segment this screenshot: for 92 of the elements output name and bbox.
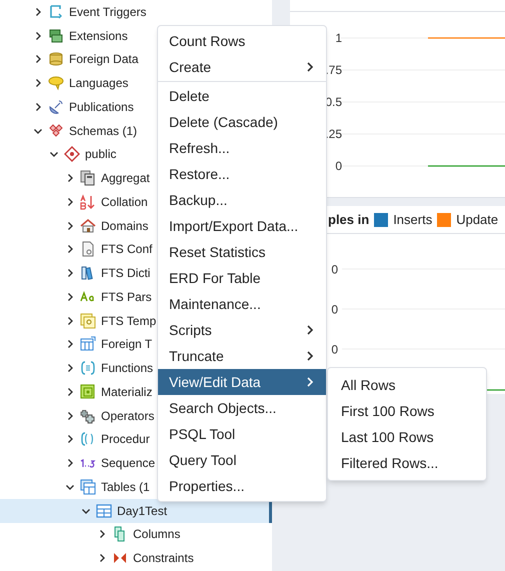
chevron-right-icon[interactable]: [33, 30, 43, 41]
tree-item-label[interactable]: Columns: [133, 525, 180, 544]
diamond-cluster-icon: [48, 122, 64, 139]
tree-item-label[interactable]: Tables (1: [101, 478, 150, 496]
table-icon: [96, 502, 112, 519]
chevron-right-icon[interactable]: [33, 54, 43, 64]
menu-item[interactable]: Scripts: [158, 317, 326, 343]
axis-tick-label: 0: [335, 159, 342, 174]
menu-item[interactable]: Import/Export Data...: [158, 213, 326, 239]
panel-title: ples in: [328, 210, 370, 229]
chevron-right-icon[interactable]: [65, 220, 75, 231]
chevron-right-icon[interactable]: [65, 268, 75, 278]
tree-item-label[interactable]: FTS Pars: [101, 288, 152, 306]
menu-item[interactable]: Delete (Cascade): [158, 109, 326, 135]
axis-tick-label: 0: [331, 342, 338, 356]
chevron-right-icon[interactable]: [65, 363, 75, 374]
tree-item-label[interactable]: Functions: [101, 359, 154, 378]
tree-item-label[interactable]: Procedur: [101, 430, 150, 448]
menu-item[interactable]: Filtered Rows...: [328, 450, 486, 476]
chevron-right-icon[interactable]: [97, 553, 107, 564]
tree-item-label[interactable]: Extensions: [69, 26, 128, 45]
braces-icon: [80, 360, 96, 376]
chevron-right-icon[interactable]: [65, 386, 75, 397]
menu-item[interactable]: Restore...: [158, 161, 326, 187]
menu-item[interactable]: PSQL Tool: [158, 421, 326, 447]
sort-icon: [80, 194, 96, 210]
chevron-right-icon[interactable]: [33, 102, 43, 112]
tree-item-label[interactable]: FTS Conf: [101, 240, 152, 258]
chevron-right-icon[interactable]: [33, 6, 43, 17]
axis-tick-label: .25: [325, 127, 342, 142]
chevron-right-icon[interactable]: [65, 173, 75, 184]
framed-square-icon: [80, 384, 96, 400]
table-stack-icon: [80, 478, 96, 495]
speech-bubble-icon: [48, 75, 64, 92]
trigger-icon: [48, 4, 64, 20]
tree-item-label[interactable]: Constraints: [133, 549, 194, 568]
chevron-down-icon[interactable]: [49, 149, 59, 160]
tree-item-label[interactable]: Publications: [69, 98, 134, 116]
chevron-right-icon[interactable]: [65, 410, 75, 421]
tree-item-label[interactable]: public: [85, 145, 116, 164]
plus-pair-icon: [80, 408, 96, 424]
menu-item[interactable]: All Rows: [328, 372, 486, 398]
menu-item[interactable]: Create: [158, 54, 326, 80]
menu-item[interactable]: View/Edit Data: [158, 369, 326, 395]
legend-label: Inserts: [393, 210, 432, 229]
tree-item-label[interactable]: FTS Dicti: [101, 264, 150, 282]
menu-item[interactable]: Backup...: [158, 187, 326, 213]
chevron-right-icon[interactable]: [65, 339, 75, 350]
menu-item[interactable]: Properties...: [158, 473, 326, 499]
tree-item-label[interactable]: Event Triggers: [69, 2, 146, 21]
chevron-right-icon[interactable]: [33, 78, 43, 88]
axis-tick-label: 0: [331, 262, 338, 276]
menu-item[interactable]: Delete: [158, 83, 326, 109]
menu-item[interactable]: Refresh...: [158, 135, 326, 161]
menu-item[interactable]: Count Rows: [158, 28, 326, 54]
chevron-right-icon[interactable]: [65, 458, 75, 468]
menu-item[interactable]: ERD For Table: [158, 265, 326, 291]
diamond-icon: [64, 146, 80, 162]
chevron-right-icon[interactable]: [65, 244, 75, 254]
tree-item-label[interactable]: Sequence: [101, 454, 156, 472]
chevron-right-icon[interactable]: [65, 316, 75, 326]
axis-tick-label: 0: [331, 302, 338, 316]
menu-item[interactable]: Maintenance...: [158, 291, 326, 317]
tree-item-label[interactable]: Operators: [101, 406, 154, 425]
house-icon: [80, 218, 96, 234]
tree-item-label[interactable]: Languages: [69, 74, 128, 92]
menu-item[interactable]: Reset Statistics: [158, 239, 326, 265]
tree-item-label[interactable]: Domains: [101, 216, 148, 235]
axis-tick-label: .75: [325, 63, 342, 78]
tree-item-label[interactable]: Foreign Data: [69, 50, 138, 68]
chevron-right-icon[interactable]: [65, 434, 75, 444]
chevron-right-icon[interactable]: [65, 292, 75, 302]
axis-tick-label: 1: [335, 31, 342, 46]
chevron-right-icon[interactable]: [97, 529, 107, 540]
tree-item-label[interactable]: FTS Temp: [101, 312, 156, 330]
tree-item-label[interactable]: Foreign T: [101, 335, 152, 354]
tree-item-label[interactable]: Collation: [101, 192, 148, 211]
satellite-dish-icon: [48, 98, 64, 115]
magnifier-pages-icon: [80, 312, 96, 329]
parentheses-icon: [80, 431, 96, 448]
menu-item[interactable]: Search Objects...: [158, 395, 326, 421]
menu-item[interactable]: Truncate: [158, 343, 326, 369]
tree-item-label[interactable]: Schemas (1): [69, 122, 138, 140]
tree-item-label[interactable]: Aggregat: [101, 169, 150, 188]
menu-item[interactable]: Query Tool: [158, 447, 326, 473]
chevron-right-icon[interactable]: [65, 196, 75, 207]
menu-item[interactable]: First 100 Rows: [328, 398, 486, 424]
tree-item-label[interactable]: Materializ: [101, 382, 152, 401]
tree-item-label[interactable]: Day1Test: [117, 502, 168, 520]
books-icon: [80, 265, 96, 282]
legend-label: Update: [456, 210, 498, 229]
menu-item[interactable]: Last 100 Rows: [328, 424, 486, 450]
